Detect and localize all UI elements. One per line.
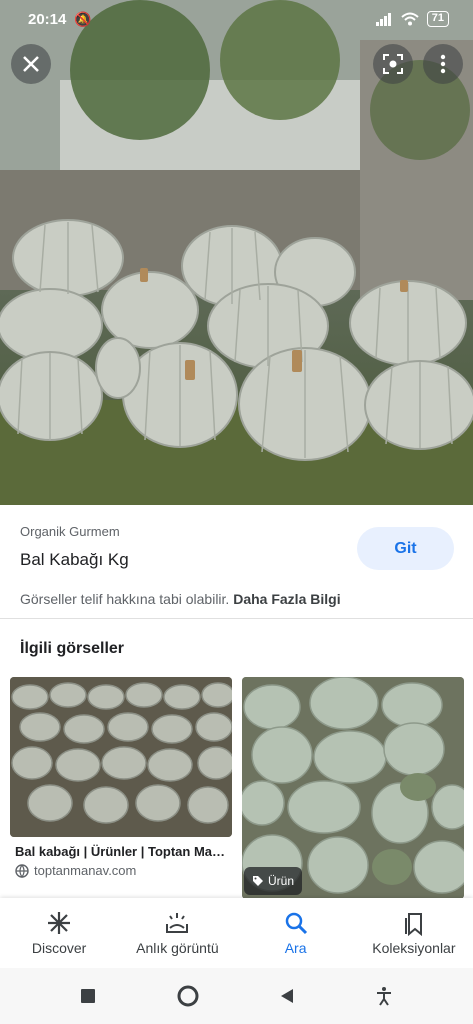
close-icon [23,56,39,72]
related-heading: İlgili görseller [20,640,125,657]
collections-icon [404,913,422,936]
copyright-notice: Görseller telif hakkına tabi olabilir. D… [20,591,341,607]
nav-collections[interactable]: Koleksiyonlar [355,898,473,968]
asterisk-icon [48,912,71,934]
wifi-icon [401,12,419,26]
result-title[interactable]: Bal Kabağı Kg [20,550,129,570]
nav-snapshot-label: Anlık görüntü [136,940,219,956]
globe-icon [15,863,29,878]
nav-search-label: Ara [284,940,307,956]
product-badge: Ürün [244,867,303,895]
divider [0,618,473,619]
nav-discover-label: Discover [31,940,87,956]
close-button[interactable] [11,44,51,84]
back-icon[interactable] [279,988,295,1004]
nav-discover[interactable]: Discover [0,898,118,968]
copyright-text: Görseller telif hakkına tabi olabilir. [20,591,230,607]
bottom-navigation: Discover Anlık görüntü Ara Koleksiyonlar [0,898,473,968]
lens-icon [383,54,403,74]
related-image-2[interactable] [242,677,464,899]
search-icon [285,912,307,935]
nav-snapshot[interactable]: Anlık görüntü [118,898,236,968]
lens-button[interactable] [373,44,413,84]
nav-search[interactable]: Ara [237,898,355,968]
pumpkin-field-photo [10,677,232,837]
status-time: 20:14 [28,10,67,28]
related-site-1[interactable]: toptanmanav.com [15,863,136,878]
tag-icon [253,876,263,886]
related-image-1[interactable] [10,677,232,837]
signal-icon [375,13,391,26]
accessibility-icon[interactable] [375,986,393,1006]
more-vertical-icon [440,54,446,74]
more-options-button[interactable] [423,44,463,84]
blue-pumpkins-photo [242,677,464,899]
product-badge-label: Ürün [268,874,295,888]
home-icon[interactable] [176,984,200,1008]
mute-icon: 🔕 [74,10,92,27]
related-site-label: toptanmanav.com [34,863,137,878]
related-title-1[interactable]: Bal kabağı | Ürünler | Toptan Man... [15,844,230,859]
more-info-link[interactable]: Daha Fazla Bilgi [233,591,340,607]
system-navigation [0,968,473,1024]
snapshot-icon [166,913,189,933]
status-bar: 20:14 🔕 71 [0,0,473,38]
visit-button[interactable]: Git [357,527,454,570]
nav-collections-label: Koleksiyonlar [372,940,456,956]
source-name[interactable]: Organik Gurmem [20,524,120,539]
recents-icon[interactable] [80,988,96,1004]
battery-indicator: 71 [426,11,449,27]
